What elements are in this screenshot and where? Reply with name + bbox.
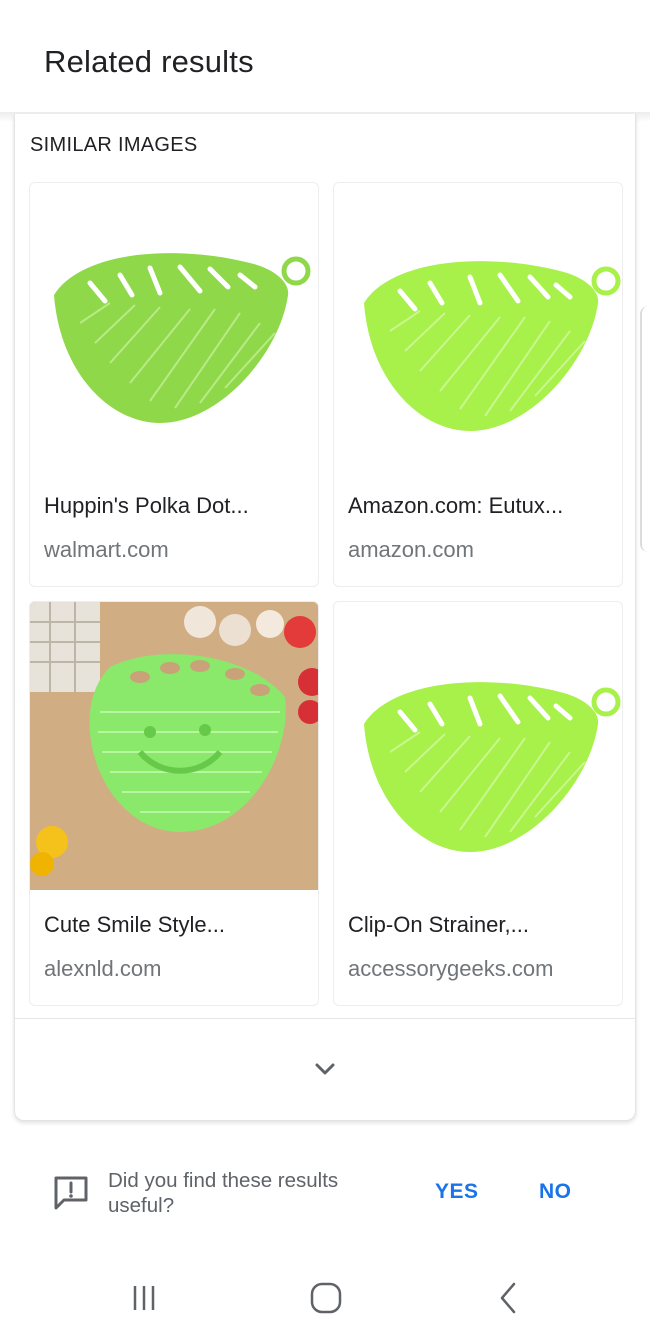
feedback-question: Did you find these results useful? <box>108 1169 339 1217</box>
result-tile[interactable]: Huppin's Polka Dot... walmart.com <box>29 182 319 587</box>
lime-leaf-strainer-image <box>334 602 622 890</box>
result-tile[interactable]: Cute Smile Style... alexnld.com <box>29 601 319 1006</box>
section-title: SIMILAR IMAGES <box>30 134 198 156</box>
similar-images-card: SIMILAR IMAGES Huppin's Polka Dot... wal… <box>14 114 636 1121</box>
system-nav-bar <box>0 1260 650 1336</box>
result-source: amazon.com <box>348 537 474 562</box>
expand-button[interactable] <box>305 1049 345 1089</box>
divider <box>15 1018 635 1019</box>
green-leaf-strainer-image <box>30 183 318 471</box>
back-button[interactable] <box>486 1276 530 1320</box>
recents-icon <box>133 1286 155 1310</box>
lime-leaf-strainer-image <box>334 183 622 471</box>
result-title: Huppin's Polka Dot... <box>44 493 249 518</box>
result-tile[interactable]: Clip-On Strainer,... accessorygeeks.com <box>333 601 623 1006</box>
result-source: walmart.com <box>44 537 169 562</box>
result-tile[interactable]: Amazon.com: Eutux... amazon.com <box>333 182 623 587</box>
result-title: Amazon.com: Eutux... <box>348 493 564 518</box>
no-button[interactable]: NO <box>539 1180 572 1204</box>
scroll-indicator <box>640 306 650 552</box>
smile-strainer-photo <box>30 602 318 890</box>
yes-button[interactable]: YES <box>435 1180 479 1204</box>
result-title: Clip-On Strainer,... <box>348 912 529 937</box>
chevron-down-icon <box>315 1063 335 1075</box>
result-title: Cute Smile Style... <box>44 912 225 937</box>
back-icon <box>500 1282 516 1314</box>
home-button[interactable] <box>304 1276 348 1320</box>
feedback-icon <box>52 1174 90 1212</box>
recents-button[interactable] <box>122 1276 166 1320</box>
result-source: accessorygeeks.com <box>348 956 554 981</box>
header: Related results <box>0 0 650 118</box>
result-source: alexnld.com <box>44 956 162 981</box>
page-title: Related results <box>44 44 254 79</box>
home-icon <box>310 1282 342 1314</box>
